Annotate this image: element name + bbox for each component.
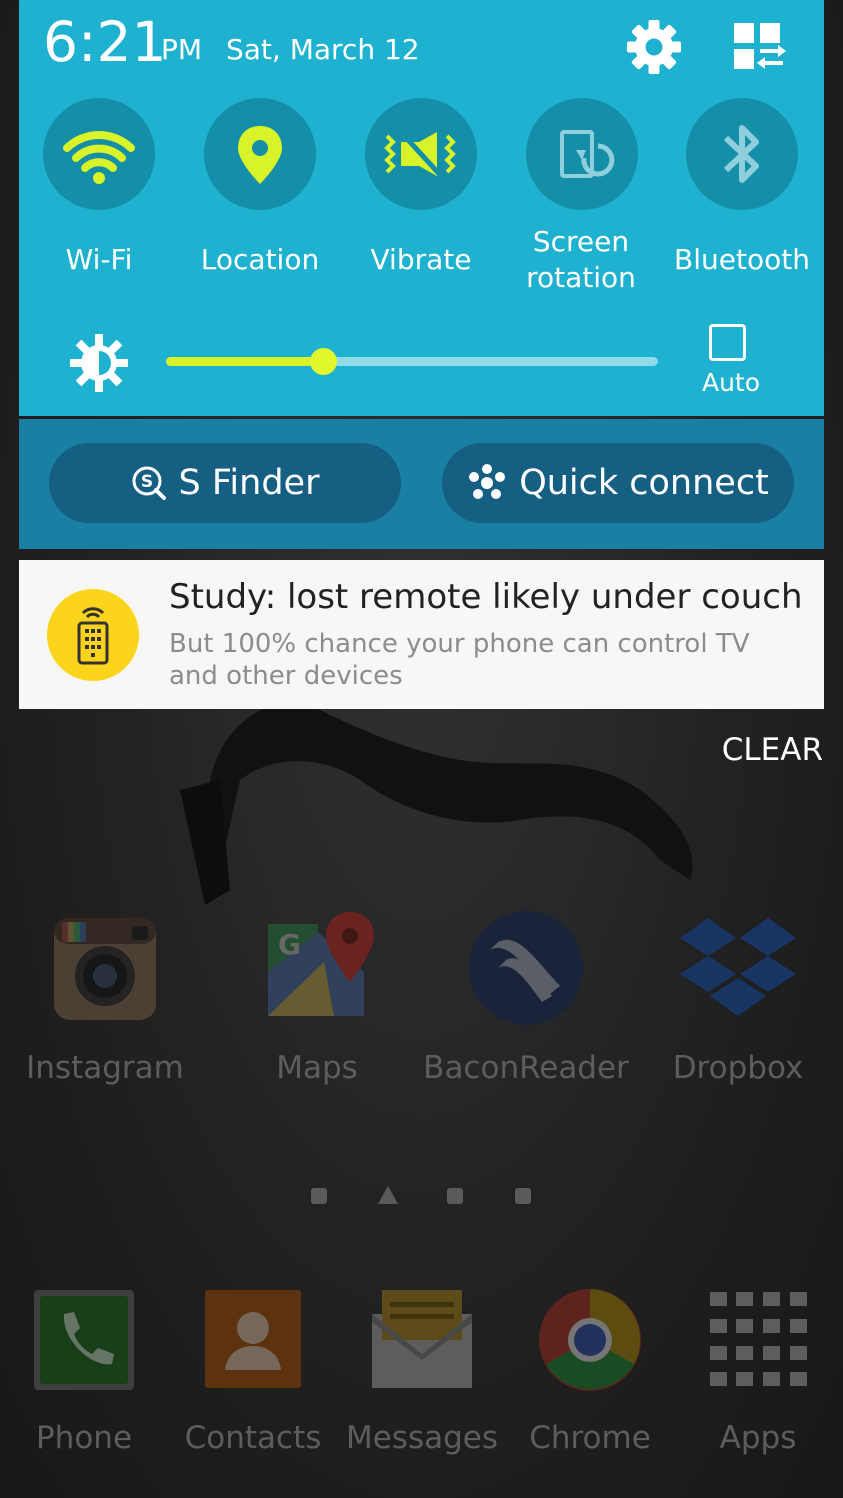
quick-settings-panel: 6:21 PM Sat, March 12 Wi-Fi Location Vib… xyxy=(19,0,824,416)
remote-control-icon xyxy=(47,589,139,681)
quick-connect-icon xyxy=(469,464,506,499)
clear-notifications-button[interactable]: CLEAR xyxy=(722,732,823,768)
location-pin-icon xyxy=(238,126,282,184)
s-finder-button[interactable]: S S Finder xyxy=(49,443,401,523)
wifi-icon xyxy=(63,131,135,184)
auto-brightness-checkbox[interactable] xyxy=(709,324,746,361)
settings-gear-icon[interactable] xyxy=(625,18,683,76)
brightness-thumb[interactable] xyxy=(310,348,338,375)
notification-title: Study: lost remote likely under couch xyxy=(169,577,803,617)
brightness-slider[interactable] xyxy=(166,348,658,375)
quick-connect-label: Quick connect xyxy=(519,463,769,503)
screen-rotation-icon xyxy=(560,130,615,178)
toggle-label-vibrate: Vibrate xyxy=(370,243,472,276)
vibrate-icon xyxy=(384,128,456,180)
shortcut-bar: S S Finder Quick connect xyxy=(19,419,824,549)
notification-card[interactable]: Study: lost remote likely under couch Bu… xyxy=(19,560,824,709)
toggle-bluetooth[interactable] xyxy=(686,98,798,210)
toggle-vibrate[interactable] xyxy=(365,98,477,210)
edit-toggles-icon[interactable] xyxy=(731,20,787,74)
toggle-label-location: Location xyxy=(200,243,320,276)
toggle-wifi[interactable] xyxy=(43,98,155,210)
brightness-fill xyxy=(166,357,324,366)
auto-brightness-label: Auto xyxy=(701,368,761,397)
toggle-label-wifi: Wi-Fi xyxy=(65,243,133,276)
toggle-label-screen-rotation: Screen rotation xyxy=(526,225,636,294)
toggle-screen-rotation[interactable] xyxy=(526,98,638,210)
notification-body: But 100% chance your phone can control T… xyxy=(169,629,750,691)
brightness-sun-icon xyxy=(69,333,129,393)
status-date[interactable]: Sat, March 12 xyxy=(226,33,420,66)
svg-text:S: S xyxy=(140,472,152,492)
toggle-location[interactable] xyxy=(204,98,316,210)
bluetooth-icon xyxy=(723,125,759,183)
s-finder-label: S Finder xyxy=(178,463,320,503)
clock-time: 6:21 xyxy=(43,10,167,74)
s-finder-search-icon: S xyxy=(132,466,166,500)
quick-connect-button[interactable]: Quick connect xyxy=(442,443,794,523)
toggle-label-bluetooth: Bluetooth xyxy=(674,243,810,276)
clock-ampm: PM xyxy=(161,33,203,66)
